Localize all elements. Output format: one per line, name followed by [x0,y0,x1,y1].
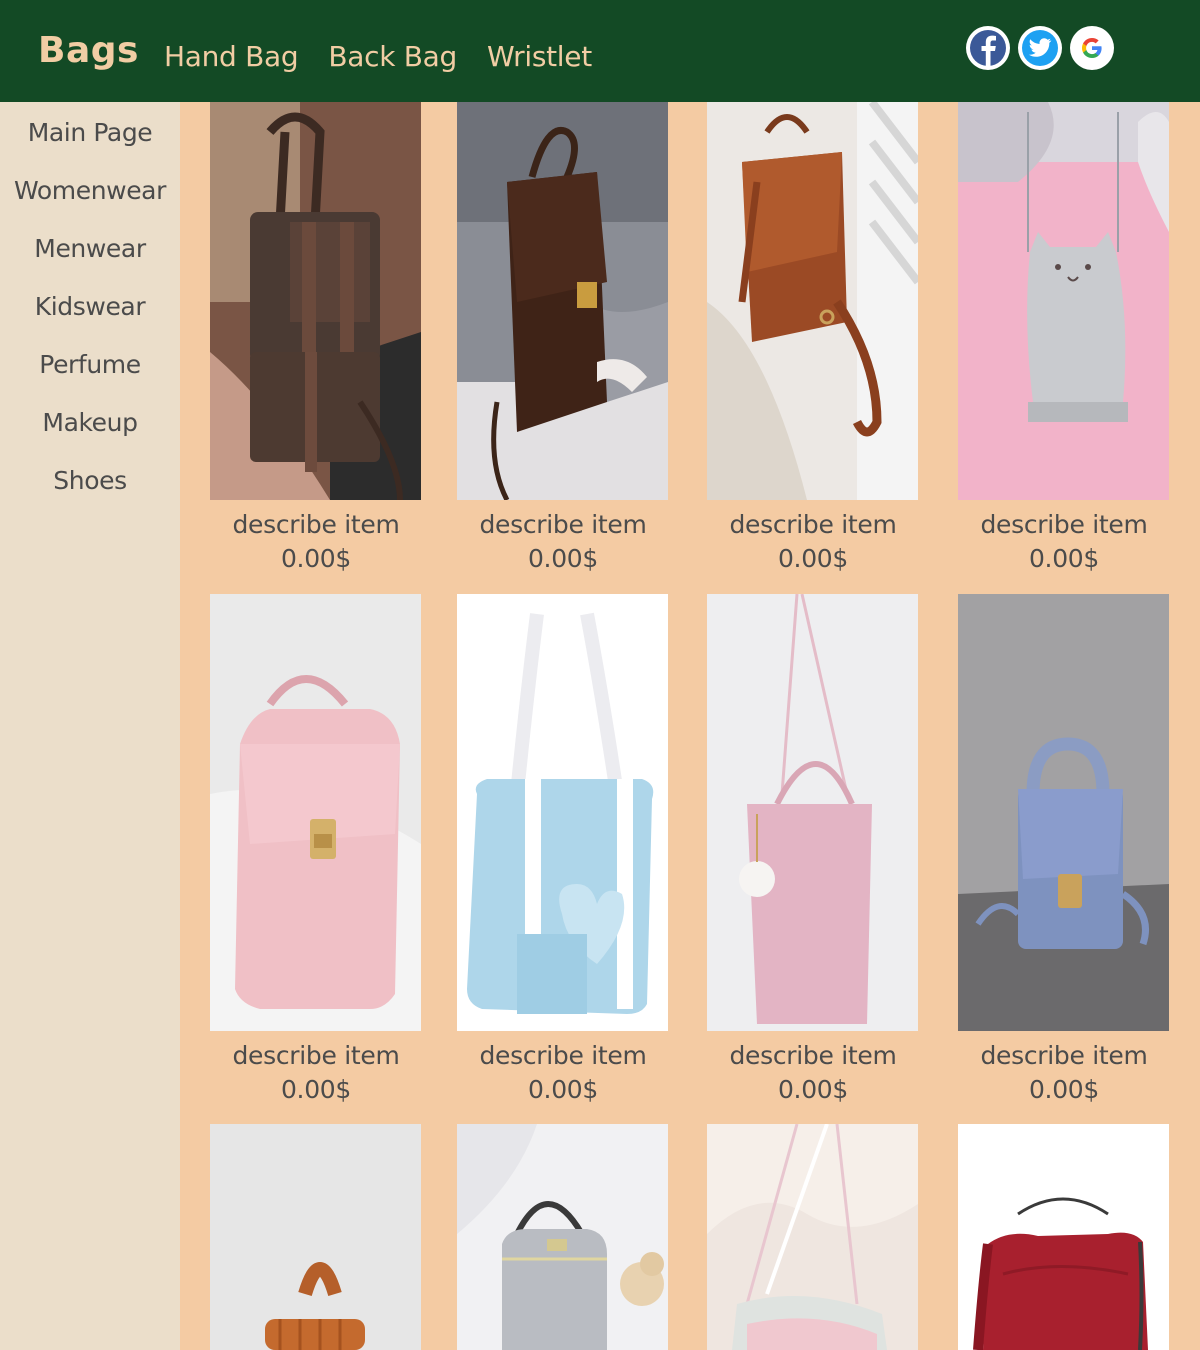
product-image[interactable] [707,1124,918,1350]
sidebar-item-perfume[interactable]: Perfume [0,350,180,408]
product-image[interactable] [210,594,421,1031]
product-image[interactable] [958,1124,1169,1350]
sidebar-item-menwear[interactable]: Menwear [0,234,180,292]
nav-link-wristlet[interactable]: Wristlet [487,40,592,73]
product-image[interactable] [958,594,1169,1031]
google-icon[interactable] [1070,26,1114,70]
brand-logo[interactable]: Bags [38,30,139,71]
product-description: describe item [479,1041,647,1070]
sidebar-item-makeup[interactable]: Makeup [0,408,180,466]
product-card[interactable]: describe item 0.00$ [457,102,669,576]
product-price: 0.00$ [777,544,849,573]
product-price: 0.00$ [280,1075,352,1104]
product-card[interactable]: describe item 0.00$ [457,594,669,1107]
product-description: describe item [232,1041,400,1070]
product-price: 0.00$ [1028,1075,1100,1104]
product-image[interactable] [958,102,1169,500]
product-price: 0.00$ [1028,544,1100,573]
product-card[interactable] [958,1124,1170,1350]
sidebar-item-shoes[interactable]: Shoes [0,466,180,524]
product-image[interactable] [457,102,668,500]
product-description: describe item [980,1041,1148,1070]
sidebar-item-kidswear[interactable]: Kidswear [0,292,180,350]
product-image[interactable] [210,102,421,500]
product-price: 0.00$ [280,544,352,573]
product-card[interactable]: describe item 0.00$ [210,102,422,576]
product-grid: describe item 0.00$ describe item 0.00$ [180,102,1200,1350]
top-navigation-bar: Bags Hand Bag Back Bag Wristlet [0,0,1200,102]
product-description: describe item [729,1041,897,1070]
product-image[interactable] [457,1124,668,1350]
sidebar: Main Page Womenwear Menwear Kidswear Per… [0,102,180,1350]
product-card[interactable]: describe item 0.00$ [958,102,1170,576]
facebook-icon[interactable] [966,26,1010,70]
product-image[interactable] [457,594,668,1031]
sidebar-item-womenwear[interactable]: Womenwear [0,176,180,234]
twitter-icon[interactable] [1018,26,1062,70]
product-description: describe item [980,510,1148,539]
product-card[interactable]: describe item 0.00$ [707,102,919,576]
nav-link-hand-bag[interactable]: Hand Bag [164,40,299,73]
category-nav: Hand Bag Back Bag Wristlet [164,40,592,73]
product-price: 0.00$ [777,1075,849,1104]
product-price: 0.00$ [527,1075,599,1104]
social-links [966,26,1114,70]
product-card[interactable] [210,1124,422,1350]
product-card[interactable]: describe item 0.00$ [210,594,422,1107]
product-price: 0.00$ [527,544,599,573]
product-card[interactable] [457,1124,669,1350]
product-card[interactable]: describe item 0.00$ [958,594,1170,1107]
product-image[interactable] [210,1124,421,1350]
product-image[interactable] [707,594,918,1031]
product-description: describe item [479,510,647,539]
product-description: describe item [232,510,400,539]
product-description: describe item [729,510,897,539]
sidebar-menu: Main Page Womenwear Menwear Kidswear Per… [0,102,180,524]
nav-link-back-bag[interactable]: Back Bag [328,40,457,73]
product-image[interactable] [707,102,918,500]
sidebar-item-main-page[interactable]: Main Page [0,118,180,176]
product-card[interactable] [707,1124,919,1350]
product-card[interactable]: describe item 0.00$ [707,594,919,1107]
